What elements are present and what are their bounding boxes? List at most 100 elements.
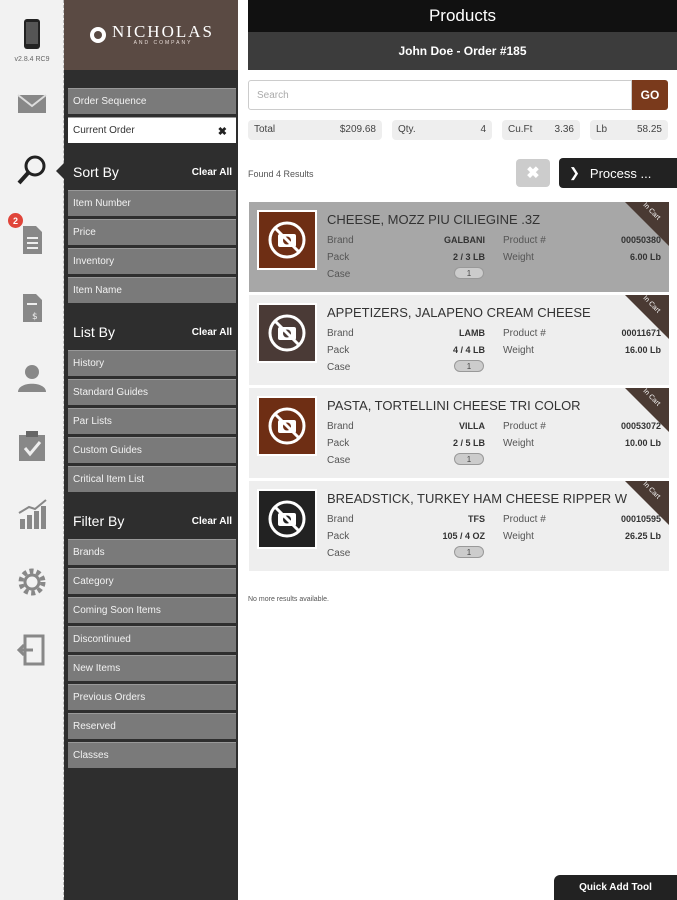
cuft-label: Cu.Ft bbox=[508, 124, 533, 135]
product-number-label: Product # bbox=[503, 421, 546, 432]
filter-item-category[interactable]: Category bbox=[68, 568, 236, 594]
product-card[interactable]: CHEESE, MOZZ PIU CILIEGINE .3Z Brand GAL… bbox=[249, 202, 669, 292]
case-quantity-input[interactable]: 1 bbox=[454, 360, 484, 372]
list-item-custom-guides[interactable]: Custom Guides bbox=[68, 437, 236, 463]
brand-label: Brand bbox=[327, 328, 354, 339]
user-icon[interactable] bbox=[14, 360, 50, 396]
brand-label: Brand bbox=[327, 235, 354, 246]
no-image-icon bbox=[259, 398, 315, 454]
sort-item-item-name[interactable]: Item Name bbox=[68, 277, 236, 303]
search-icon[interactable] bbox=[14, 152, 50, 188]
no-image-icon bbox=[259, 305, 315, 361]
sort-by-title: Sort By bbox=[73, 164, 119, 180]
pack-value: 2 / 3 LB bbox=[452, 252, 485, 262]
brand-label: Brand bbox=[327, 421, 354, 432]
pack-value: 4 / 4 LB bbox=[452, 345, 485, 355]
filter-by-title: Filter By bbox=[73, 513, 125, 529]
list-item-critical-item-list[interactable]: Critical Item List bbox=[68, 466, 236, 492]
current-order-label: Current Order bbox=[73, 125, 135, 136]
weight-value: 26.25 Lb bbox=[624, 531, 661, 541]
filter-item-brands[interactable]: Brands bbox=[68, 539, 236, 565]
pack-label: Pack bbox=[327, 438, 350, 449]
filter-menu: NICHOLAS AND COMPANY Order Sequence Curr… bbox=[64, 0, 238, 900]
pack-value: 105 / 4 OZ bbox=[442, 531, 485, 541]
order-sequence-item[interactable]: Order Sequence bbox=[68, 88, 236, 114]
go-button[interactable]: GO bbox=[632, 80, 668, 110]
list-item-history[interactable]: History bbox=[68, 350, 236, 376]
sort-item-inventory[interactable]: Inventory bbox=[68, 248, 236, 274]
list-by-clear-button[interactable]: Clear All bbox=[192, 327, 232, 338]
invoice-icon[interactable]: $ bbox=[14, 290, 50, 326]
products-panel: Products John Doe - Order #185 Search GO… bbox=[248, 0, 677, 900]
brand-label: Brand bbox=[327, 514, 354, 525]
product-thumbnail bbox=[257, 489, 317, 549]
product-thumbnail bbox=[257, 396, 317, 456]
search-input[interactable]: Search bbox=[248, 80, 632, 110]
filter-item-classes[interactable]: Classes bbox=[68, 742, 236, 768]
brand-value: TFS bbox=[468, 514, 485, 524]
weight-label: Weight bbox=[503, 531, 534, 542]
quick-add-button[interactable]: Quick Add Tool bbox=[554, 875, 677, 900]
close-icon[interactable]: ✖ bbox=[218, 125, 227, 138]
sort-item-price[interactable]: Price bbox=[68, 219, 236, 245]
filter-by-header: Filter By Clear All bbox=[64, 507, 238, 535]
case-label: Case bbox=[327, 269, 351, 280]
product-card[interactable]: PASTA, TORTELLINI CHEESE TRI COLOR Brand… bbox=[249, 388, 669, 478]
notification-badge: 2 bbox=[8, 213, 23, 228]
app-version: v2.8.4 RC9 bbox=[14, 56, 50, 63]
filter-item-previous-orders[interactable]: Previous Orders bbox=[68, 684, 236, 710]
product-name: BREADSTICK, TURKEY HAM CHEESE RIPPER W bbox=[327, 491, 628, 506]
cuft-value: 3.36 bbox=[554, 124, 574, 135]
order-title: John Doe - Order #185 bbox=[248, 32, 677, 70]
weight-value: 10.00 Lb bbox=[624, 438, 661, 448]
product-card[interactable]: BREADSTICK, TURKEY HAM CHEESE RIPPER W B… bbox=[249, 481, 669, 571]
results-count: Found 4 Results bbox=[248, 169, 314, 179]
weight-value: 16.00 Lb bbox=[624, 345, 661, 355]
chart-icon[interactable] bbox=[14, 496, 50, 532]
gear-icon[interactable] bbox=[14, 564, 50, 600]
filter-item-discontinued[interactable]: Discontinued bbox=[68, 626, 236, 652]
process-button[interactable]: ❯ Process ... bbox=[559, 158, 677, 188]
list-item-par-lists[interactable]: Par Lists bbox=[68, 408, 236, 434]
weight-value: 6.00 Lb bbox=[629, 252, 661, 262]
filter-item-new-items[interactable]: New Items bbox=[68, 655, 236, 681]
case-label: Case bbox=[327, 362, 351, 373]
total-value: $209.68 bbox=[339, 124, 376, 135]
case-label: Case bbox=[327, 548, 351, 559]
case-label: Case bbox=[327, 455, 351, 466]
product-thumbnail bbox=[257, 303, 317, 363]
no-image-icon bbox=[259, 491, 315, 547]
product-name: CHEESE, MOZZ PIU CILIEGINE .3Z bbox=[327, 212, 541, 227]
filter-item-reserved[interactable]: Reserved bbox=[68, 713, 236, 739]
filter-by-clear-button[interactable]: Clear All bbox=[192, 516, 232, 527]
brand-value: LAMB bbox=[459, 328, 485, 338]
sort-by-clear-button[interactable]: Clear All bbox=[192, 167, 232, 178]
process-label: Process ... bbox=[589, 165, 652, 181]
clipboard-check-icon[interactable] bbox=[14, 428, 50, 464]
total-stat: Total $209.68 bbox=[248, 120, 382, 140]
case-quantity-input[interactable]: 1 bbox=[454, 267, 484, 279]
document-icon[interactable] bbox=[14, 222, 50, 258]
case-quantity-input[interactable]: 1 bbox=[454, 546, 484, 558]
list-item-standard-guides[interactable]: Standard Guides bbox=[68, 379, 236, 405]
chevron-right-icon: ❯ bbox=[569, 165, 580, 180]
brand-value: GALBANI bbox=[444, 235, 485, 245]
logout-icon[interactable] bbox=[14, 632, 50, 668]
cuft-stat: Cu.Ft 3.36 bbox=[502, 120, 580, 140]
device-icon[interactable] bbox=[14, 16, 50, 52]
product-name: PASTA, TORTELLINI CHEESE TRI COLOR bbox=[327, 398, 581, 413]
pack-value: 2 / 5 LB bbox=[452, 438, 485, 448]
sort-item-item-number[interactable]: Item Number bbox=[68, 190, 236, 216]
product-number-label: Product # bbox=[503, 235, 546, 246]
product-card[interactable]: APPETIZERS, JALAPENO CREAM CHEESE Brand … bbox=[249, 295, 669, 385]
clear-results-button[interactable]: ✖ bbox=[516, 159, 550, 187]
current-order-item[interactable]: Current Order ✖ bbox=[68, 117, 236, 143]
mail-icon[interactable] bbox=[14, 86, 50, 122]
no-more-results: No more results available. bbox=[248, 596, 329, 603]
lb-label: Lb bbox=[596, 124, 608, 135]
filter-item-coming-soon-items[interactable]: Coming Soon Items bbox=[68, 597, 236, 623]
qty-value: 4 bbox=[480, 124, 486, 135]
case-quantity-input[interactable]: 1 bbox=[454, 453, 484, 465]
pack-label: Pack bbox=[327, 252, 350, 263]
list-by-title: List By bbox=[73, 324, 116, 340]
